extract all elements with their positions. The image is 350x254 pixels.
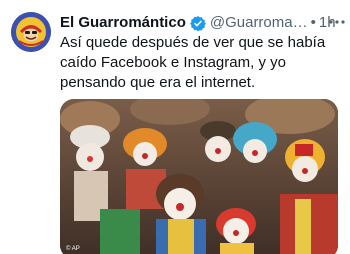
photo-credit: © AP — [66, 246, 80, 252]
verified-badge-icon — [189, 15, 206, 32]
author-name[interactable]: El Guarromántico — [60, 13, 186, 33]
avatar[interactable] — [11, 12, 51, 52]
author-handle[interactable]: @Guarroma… — [210, 13, 308, 33]
tweet[interactable]: El Guarromántico @Guarroma… • 1h Así que… — [0, 0, 350, 254]
tweet-text: Así quede después de ver que se había ca… — [60, 34, 326, 91]
separator-dot: • — [310, 14, 316, 31]
tweet-header: El Guarromántico @Guarroma… • 1h — [60, 13, 336, 33]
more-options-icon[interactable] — [327, 12, 347, 32]
tweet-photo[interactable]: © AP — [60, 99, 338, 254]
